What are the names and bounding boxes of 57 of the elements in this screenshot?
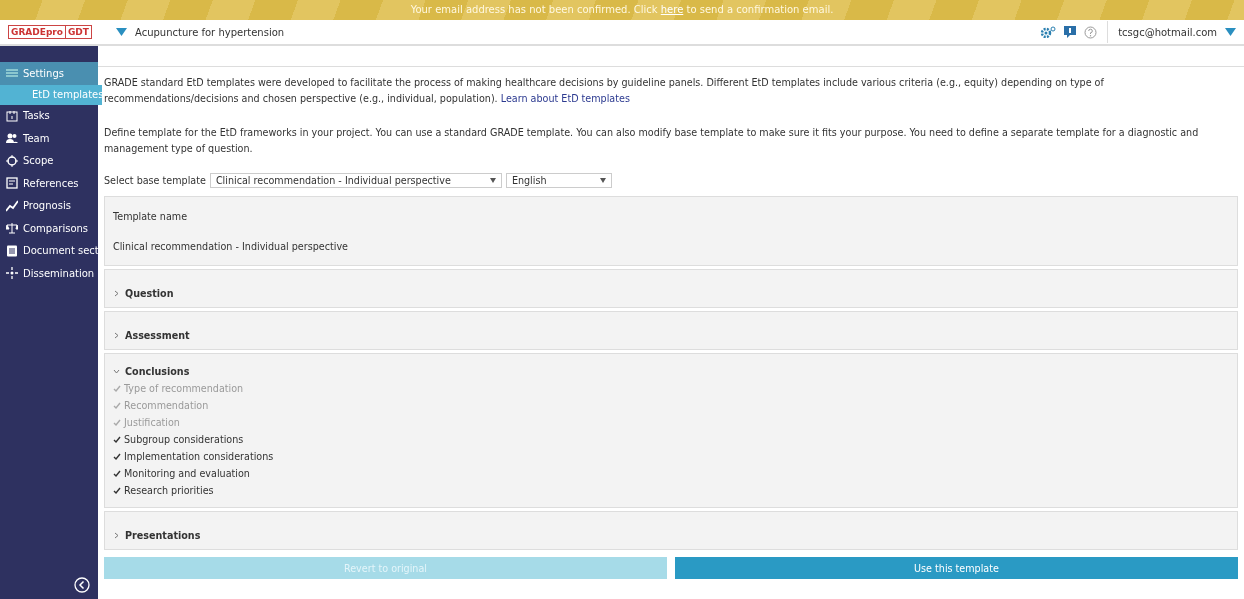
scales-icon (6, 222, 18, 235)
nav-item[interactable]: Settings (0, 62, 98, 85)
language-select[interactable]: English (505, 173, 612, 188)
section-header[interactable]: Presentations (113, 524, 1229, 541)
chevron-right-icon (113, 332, 120, 339)
share-icon (6, 267, 18, 280)
template-name-label: Template name (113, 210, 189, 222)
section-header[interactable]: Conclusions (113, 366, 1229, 377)
check-icon (113, 453, 121, 460)
logo[interactable]: GRADEpro GDT (8, 25, 92, 39)
check-icon (113, 436, 121, 443)
check-icon (113, 487, 121, 494)
check-icon (113, 402, 121, 409)
nav-item[interactable]: Comparisons (0, 217, 98, 240)
checkbox-item[interactable]: Research priorities (113, 482, 1229, 499)
dropdown-icon[interactable] (115, 28, 127, 36)
section-header[interactable]: Assessment (113, 324, 1229, 341)
checkbox-item[interactable]: Monitoring and evaluation (113, 465, 1229, 482)
caret-icon (489, 178, 496, 183)
nav-item[interactable]: Scope (0, 149, 98, 172)
chevron-down-icon (113, 368, 120, 375)
check-icon (113, 419, 121, 426)
select-label: Select base template (104, 175, 206, 186)
intro-paragraph: GRADE standard EtD templates were developed to facilitate the process of making healthcare decisions by guideline panels. Different EtD templates include various criteria (e.g., equity) depending on type of recommendations/decisions and chosen perspective (e.g., individual, population). Learn about EtD templates (104, 76, 1105, 106)
nav-item[interactable]: Tasks (0, 104, 98, 127)
checkbox-item[interactable]: Implementation considerations (113, 448, 1229, 465)
nav-item[interactable]: References (0, 172, 98, 195)
document-icon (6, 244, 18, 257)
nav-item[interactable]: Dissemination (0, 262, 98, 285)
chevron-right-icon (113, 290, 120, 297)
template-select[interactable]: Clinical recommendation - Individual perspective (209, 173, 502, 188)
description-paragraph: Define template for the EtD frameworks in your project. You can use a standard GRADE template. You can also modify base template to make sure it fits your purpose. You need to define a separate template for a diagnostic and management type of question. (104, 126, 1200, 156)
caret-icon (599, 178, 606, 183)
user-email[interactable]: tcsgc@hotmail.com (1118, 26, 1217, 38)
target-icon (6, 154, 18, 167)
collapse-icon[interactable] (74, 577, 90, 593)
nav-item[interactable]: Prognosis (0, 194, 98, 217)
people-icon (6, 132, 18, 145)
book-icon (6, 177, 18, 190)
check-icon (113, 385, 121, 392)
settings-icon[interactable] (1040, 26, 1057, 38)
check-icon (113, 470, 121, 477)
help-icon[interactable] (1084, 25, 1098, 39)
section-header[interactable]: Question (113, 282, 1229, 299)
notice-text: Your email address has not been confirmed. Click here to send a confirmation email. (410, 4, 834, 15)
sliders-icon (6, 67, 18, 80)
comment-icon[interactable] (1064, 26, 1077, 38)
dropdown-icon[interactable] (1225, 28, 1236, 36)
learn-link[interactable]: Learn about EtD templates (500, 93, 630, 104)
chevron-right-icon (113, 532, 120, 539)
project-title[interactable]: Acupuncture for hypertension (134, 26, 285, 38)
nav-item[interactable]: Document sect (0, 239, 98, 262)
chart-icon (6, 199, 18, 212)
nav-item[interactable]: Team (0, 127, 98, 150)
checkbox-item[interactable]: Subgroup considerations (113, 431, 1229, 448)
calendar-icon (6, 109, 18, 122)
template-name-value: Clinical recommendation - Individual perspective (113, 240, 349, 252)
